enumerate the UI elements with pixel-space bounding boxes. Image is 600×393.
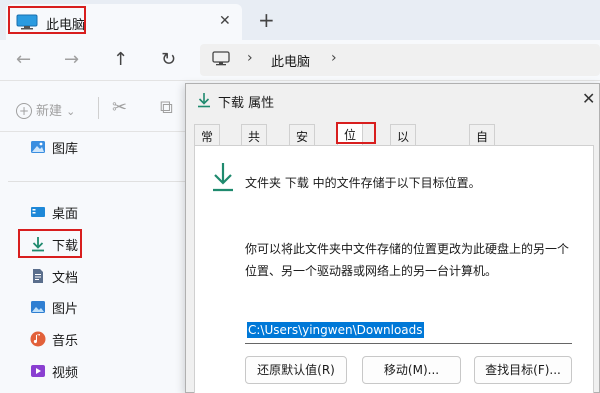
- sidebar-item-label: 视频: [52, 365, 79, 381]
- copy-icon[interactable]: ⧉: [160, 97, 173, 118]
- gallery-icon: [30, 139, 46, 155]
- close-icon[interactable]: ✕: [582, 89, 595, 108]
- pictures-icon: [30, 299, 46, 315]
- tab-previous-versions[interactable]: 以前的版本: [390, 124, 417, 212]
- sidebar-item-label: 图片: [52, 301, 79, 317]
- new-tab-icon[interactable]: +: [258, 8, 275, 32]
- sidebar-item-music[interactable]: 音乐: [30, 328, 78, 350]
- info-line: 你可以将此文件夹中文件存储的位置更改为此硬盘上的另一个: [245, 242, 570, 256]
- up-icon[interactable]: ↑: [113, 49, 128, 70]
- dialog-title: 下载 属性: [218, 96, 275, 111]
- path-selected-text: C:\Users\yingwen\Downloads: [247, 322, 424, 338]
- sidebar-item-gallery[interactable]: 图库: [30, 136, 78, 158]
- new-label: 新建: [36, 104, 63, 119]
- info-line: 位置、另一个驱动器或网络上的另一台计算机。: [245, 264, 498, 278]
- desktop-icon: [30, 204, 46, 220]
- location-description: 文件夹 下载 中的文件存储于以下目标位置。: [245, 176, 481, 190]
- location-path-field[interactable]: C:\Users\yingwen\Downloads: [245, 320, 572, 344]
- tab-close-icon[interactable]: ✕: [219, 13, 231, 29]
- tab-customize[interactable]: 自定义: [469, 124, 496, 178]
- document-icon: [30, 268, 46, 284]
- sidebar-item-desktop[interactable]: 桌面: [30, 201, 78, 223]
- chevron-right-icon[interactable]: ›: [331, 50, 337, 66]
- sidebar-item-label: 桌面: [52, 206, 79, 222]
- music-icon: [30, 331, 46, 347]
- sidebar-item-videos[interactable]: 视频: [30, 360, 78, 382]
- navigation-pane: 图库 桌面 下载 文档 图片 音乐 视频: [0, 132, 200, 393]
- location-info: 你可以将此文件夹中文件存储的位置更改为此硬盘上的另一个 位置、另一个驱动器或网络…: [245, 238, 585, 282]
- sidebar-item-label: 图库: [52, 141, 79, 157]
- sidebar-item-documents[interactable]: 文档: [30, 265, 78, 287]
- restore-default-button[interactable]: 还原默认值(R): [245, 356, 347, 384]
- find-target-button[interactable]: 查找目标(F)...: [474, 356, 572, 384]
- download-icon: [196, 92, 212, 112]
- toolbar-divider: [98, 97, 99, 119]
- sidebar-item-label: 文档: [52, 270, 79, 286]
- address-location[interactable]: 此电脑: [271, 51, 310, 70]
- plus-icon: +: [16, 103, 32, 119]
- forward-icon[interactable]: →: [64, 49, 79, 70]
- location-panel: 文件夹 下载 中的文件存储于以下目标位置。 你可以将此文件夹中文件存储的位置更改…: [194, 145, 594, 393]
- sidebar-divider: [8, 181, 188, 182]
- tab-security[interactable]: 安全: [289, 124, 316, 161]
- move-button[interactable]: 移动(M)...: [362, 356, 461, 384]
- highlight-location-tab-box: [336, 122, 376, 144]
- pc-icon: [212, 51, 230, 67]
- highlight-downloads-box: [18, 229, 82, 258]
- chevron-down-icon: ⌄: [66, 105, 76, 118]
- title-bar: 此电脑 ✕ +: [0, 0, 600, 40]
- new-button[interactable]: + 新建 ⌄: [16, 100, 75, 119]
- tab-sharing[interactable]: 共享: [241, 124, 268, 161]
- sidebar-item-pictures[interactable]: 图片: [30, 296, 78, 318]
- download-icon: [210, 161, 236, 193]
- cut-icon[interactable]: ✂: [112, 97, 127, 118]
- address-bar[interactable]: › 此电脑 ›: [200, 44, 600, 76]
- tab-general[interactable]: 常规: [194, 124, 221, 161]
- properties-dialog: 下载 属性 ✕ 常规 共享 安全 位置 以前的版本 自定义 文件夹 下载 中的文…: [185, 83, 600, 393]
- highlight-tab-box: [8, 6, 86, 34]
- refresh-icon[interactable]: ↻: [161, 49, 176, 70]
- sidebar-item-label: 音乐: [52, 333, 79, 349]
- chevron-right-icon: ›: [247, 50, 253, 66]
- video-icon: [30, 363, 46, 379]
- back-icon[interactable]: ←: [16, 49, 31, 70]
